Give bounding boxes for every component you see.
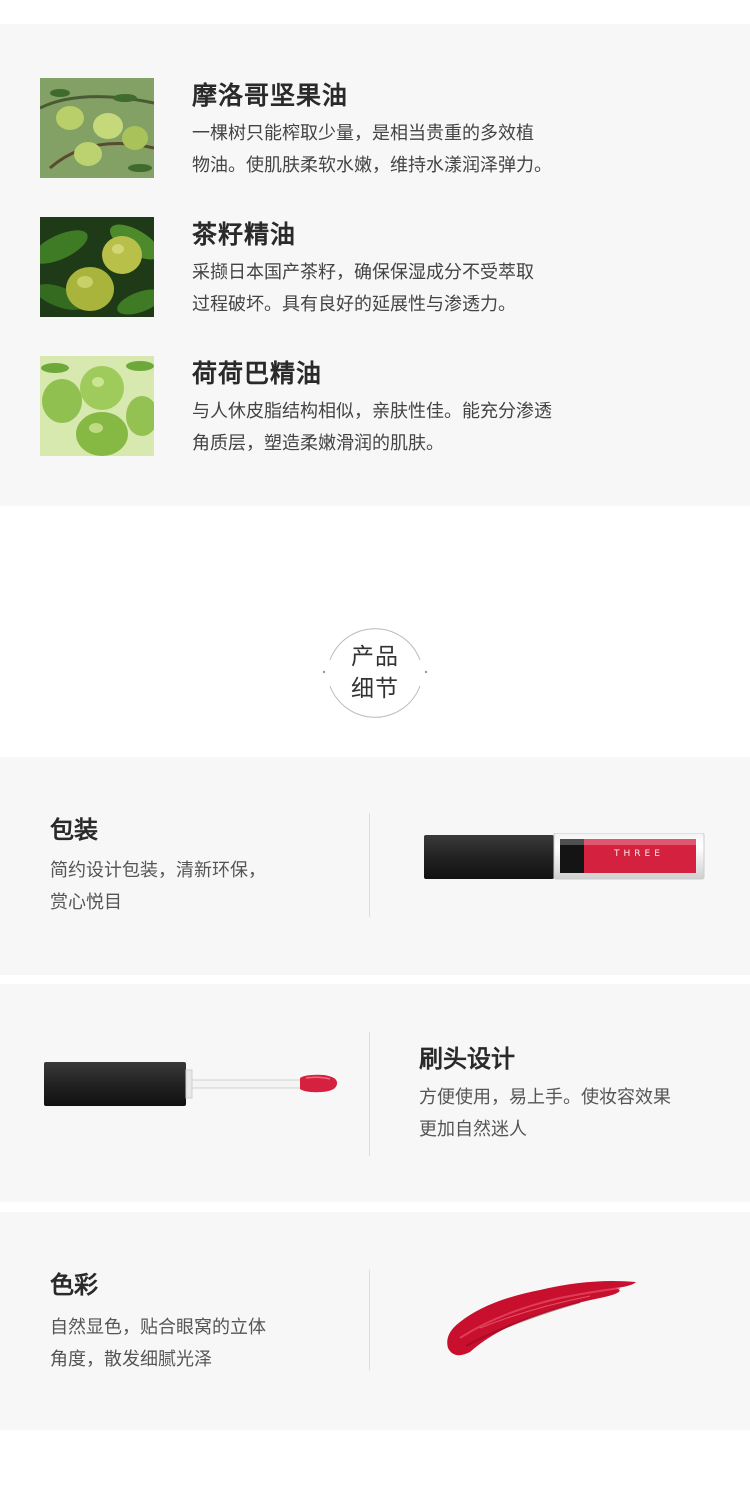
argan-fruit-photo	[40, 78, 154, 178]
desc-line: 赏心悦目	[50, 892, 122, 913]
circle-ornament-icon	[322, 628, 428, 718]
divider	[369, 813, 370, 917]
detail-applicator: 刷头设计 方便使用，易上手。使妆容效果 更加自然迷人	[0, 984, 750, 1202]
applicator-wand	[44, 1060, 340, 1108]
divider	[369, 1270, 370, 1370]
desc-line: 与人休皮脂结构相似，亲肤性佳。能充分渗透	[192, 401, 552, 422]
badge-line-2: 细节	[351, 676, 399, 702]
detail-description: 简约设计包装，清新环保， 赏心悦目	[50, 855, 340, 919]
desc-line: 采撷日本国产茶籽，确保保湿成分不受萃取	[192, 262, 534, 283]
detail-packaging: 包装 简约设计包装，清新环保， 赏心悦目 THREE	[0, 757, 750, 975]
detail-description: 方便使用，易上手。使妆容效果 更加自然迷人	[419, 1082, 729, 1146]
ingredient-description: 采撷日本国产茶籽，确保保湿成分不受萃取 过程破坏。具有良好的延展性与渗透力。	[192, 257, 632, 321]
badge-line-1: 产品	[351, 644, 399, 670]
detail-title: 色彩	[50, 1271, 98, 1299]
desc-line: 简约设计包装，清新环保，	[50, 860, 266, 881]
desc-line: 角度，散发细腻光泽	[50, 1349, 212, 1370]
divider	[369, 1032, 370, 1156]
desc-line: 过程破坏。具有良好的延展性与渗透力。	[192, 294, 516, 315]
desc-line: 一棵树只能榨取少量，是相当贵重的多效植	[192, 123, 534, 144]
detail-color: 色彩 自然显色，贴合眼窝的立体 角度，散发细腻光泽	[0, 1212, 750, 1430]
ingredient-item: 茶籽精油 采撷日本国产茶籽，确保保湿成分不受萃取 过程破坏。具有良好的延展性与渗…	[40, 217, 720, 317]
ingredient-item: 摩洛哥坚果油 一棵树只能榨取少量，是相当贵重的多效植 物油。使肌肤柔软水嫩，维持…	[40, 78, 720, 178]
desc-line: 更加自然迷人	[419, 1119, 527, 1140]
ingredients-section: 摩洛哥坚果油 一棵树只能榨取少量，是相当贵重的多效植 物油。使肌肤柔软水嫩，维持…	[0, 24, 750, 506]
brand-label: THREE	[614, 849, 664, 859]
tea-seed-photo	[40, 217, 154, 317]
ingredient-title: 摩洛哥坚果油	[192, 81, 349, 110]
desc-line: 角质层，塑造柔嫩滑润的肌肤。	[192, 433, 444, 454]
ingredient-title: 茶籽精油	[192, 220, 297, 249]
section-heading-badge: 产品 细节	[320, 620, 430, 724]
desc-line: 自然显色，贴合眼窝的立体	[50, 1317, 266, 1338]
desc-line: 物油。使肌肤柔软水嫩，维持水漾润泽弹力。	[192, 155, 552, 176]
detail-title: 刷头设计	[419, 1045, 515, 1073]
ingredient-title: 荷荷巴精油	[192, 359, 323, 388]
closed-lip-tint-tube: THREE	[424, 832, 706, 881]
ingredient-description: 一棵树只能榨取少量，是相当贵重的多效植 物油。使肌肤柔软水嫩，维持水漾润泽弹力。	[192, 118, 632, 182]
desc-line: 方便使用，易上手。使妆容效果	[419, 1087, 671, 1108]
detail-title: 包装	[50, 816, 98, 844]
red-color-swatch	[440, 1268, 640, 1364]
jojoba-fruit-photo	[40, 356, 154, 456]
detail-description: 自然显色，贴合眼窝的立体 角度，散发细腻光泽	[50, 1312, 350, 1376]
ingredient-item: 荷荷巴精油 与人休皮脂结构相似，亲肤性佳。能充分渗透 角质层，塑造柔嫩滑润的肌肤…	[40, 356, 720, 456]
ingredient-description: 与人休皮脂结构相似，亲肤性佳。能充分渗透 角质层，塑造柔嫩滑润的肌肤。	[192, 396, 632, 460]
